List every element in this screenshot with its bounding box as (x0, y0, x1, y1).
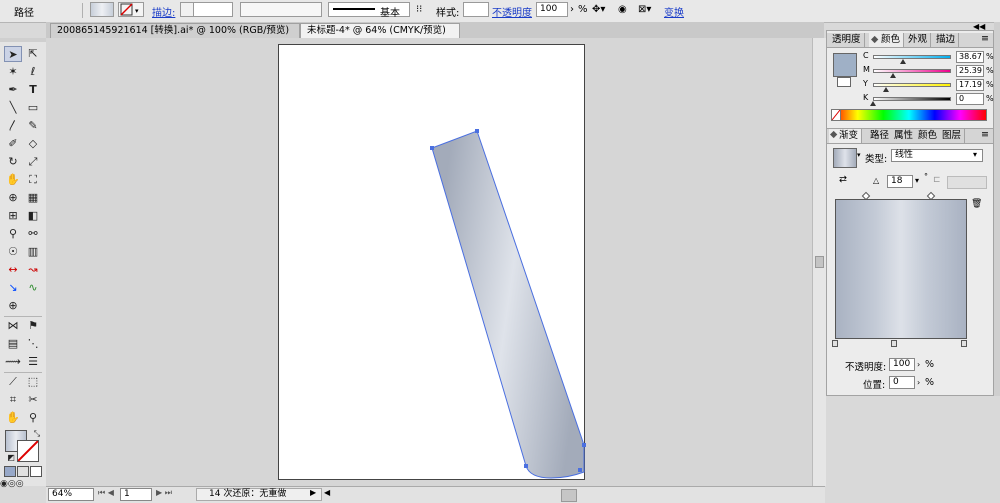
black-slider[interactable] (873, 97, 951, 101)
channel-label-m: M (863, 65, 870, 74)
tab-layers[interactable]: 图层 (939, 129, 966, 143)
gradient-preview-box[interactable] (835, 199, 967, 339)
magenta-slider[interactable] (873, 69, 951, 73)
slider-pointer-m[interactable] (889, 73, 896, 78)
anchor-point[interactable] (475, 129, 479, 133)
panel-dock: 透明度 颜色 外观 描边 ≡ ◆ C 38.67 % M 25.39 % Y 1… (826, 30, 994, 396)
undo-status-text: 14 次还原：无重做 (196, 488, 322, 501)
percent-unit: % (986, 94, 994, 103)
nav-last-icon[interactable]: ▶ ⏭ (156, 488, 172, 498)
nav-first-icon[interactable]: ⏮ ◀ (98, 488, 114, 498)
tab-stroke[interactable]: 描边 (933, 33, 960, 47)
tab-attributes[interactable]: 属性 (891, 129, 918, 143)
scroll-thumb[interactable] (815, 256, 824, 268)
color-tab-icon: ◆ (871, 34, 879, 45)
percent-unit: % (986, 66, 994, 75)
tab-appearance[interactable]: 外观 (905, 33, 932, 47)
yellow-value[interactable]: 17.19 (956, 79, 984, 91)
scroll-left-arrow[interactable]: ◀ (324, 488, 330, 497)
opacity-arrow[interactable]: › (917, 360, 920, 369)
location-arrow[interactable]: › (917, 378, 920, 387)
magenta-value[interactable]: 25.39 (956, 65, 984, 77)
tab-pathfinder[interactable]: 路径 (867, 129, 894, 143)
zoom-input[interactable]: 64% (48, 488, 94, 501)
angle-icon: △ (873, 176, 880, 185)
type-label: 类型: (865, 154, 888, 165)
status-bar: 64% ⏮ ◀ 1 ▶ ⏭ 14 次还原：无重做 ▶ ◀ (46, 486, 825, 503)
degree-symbol: ° (924, 172, 928, 181)
angle-dropdown-arrow[interactable]: ▾ (915, 176, 919, 185)
anchor-point[interactable] (582, 443, 586, 447)
none-color-box[interactable] (831, 109, 841, 121)
gradient-stop-marker[interactable] (891, 340, 897, 347)
percent-unit: % (986, 80, 994, 89)
anchor-point[interactable] (524, 464, 528, 468)
panel-menu-icon[interactable]: ≡ (981, 129, 989, 140)
slider-pointer-c[interactable] (900, 59, 907, 64)
h-scroll-thumb[interactable] (561, 489, 577, 502)
stop-opacity-label: 不透明度: (845, 362, 887, 373)
anchor-point[interactable] (578, 468, 582, 472)
gradient-stop-marker[interactable] (961, 340, 967, 347)
cyan-slider[interactable] (873, 55, 951, 59)
artboard-number-input[interactable]: 1 (120, 488, 152, 501)
current-fill-swatch[interactable] (833, 53, 857, 77)
location-input[interactable]: 0 (889, 376, 915, 389)
channel-label-y: Y (863, 79, 868, 88)
panel-menu-icon[interactable]: ≡ (981, 33, 989, 44)
tab-transparency[interactable]: 透明度 (829, 33, 865, 47)
slider-pointer-y[interactable] (883, 87, 890, 92)
cyan-value[interactable]: 38.67 (956, 51, 984, 63)
aspect-ratio-input (947, 176, 987, 189)
gradient-preview-swatch[interactable] (833, 148, 857, 168)
black-value[interactable]: 0 (956, 93, 984, 105)
stop-opacity-input[interactable]: 100 (889, 358, 915, 371)
percent-unit: % (925, 377, 935, 388)
color-panel-tabs: 透明度 颜色 外观 描边 ≡ (827, 33, 993, 48)
stroke-swatch-small[interactable] (837, 77, 851, 87)
chevron-down-icon[interactable]: ▾ (973, 150, 977, 159)
percent-unit: % (986, 52, 994, 61)
gradient-stop-marker[interactable] (832, 340, 838, 347)
gradient-preset-arrow[interactable]: ▾ (857, 151, 861, 159)
slider-pointer-k[interactable] (870, 101, 876, 106)
tab-color-2[interactable]: 颜色 (915, 129, 942, 143)
color-spectrum[interactable] (831, 109, 987, 121)
status-menu-arrow[interactable]: ▶ (310, 488, 316, 497)
channel-label-c: C (863, 51, 869, 60)
vertical-scrollbar[interactable] (812, 38, 826, 486)
gradient-panel-tabs: 渐变 路径 属性 颜色 图层 ≡ (827, 128, 993, 144)
aspect-ratio-icon: ⊏ (933, 175, 941, 185)
percent-unit: % (925, 359, 935, 370)
gradient-type-select[interactable]: 线性 (891, 149, 983, 162)
delete-stop-icon[interactable]: 🗑 (971, 199, 982, 209)
collapse-panels-icon[interactable]: ◀◀ (973, 22, 985, 31)
anchor-point[interactable] (430, 146, 434, 150)
tube-shape[interactable] (431, 130, 585, 479)
angle-input[interactable]: 18 (887, 175, 913, 188)
gradient-tab-icon: ◆ (830, 129, 838, 140)
channel-label-k: K (863, 93, 869, 102)
location-label: 位置: (863, 380, 886, 391)
panel-collapse-strip[interactable] (994, 22, 1000, 396)
reverse-gradient-icon[interactable]: ⇄ (839, 174, 847, 185)
